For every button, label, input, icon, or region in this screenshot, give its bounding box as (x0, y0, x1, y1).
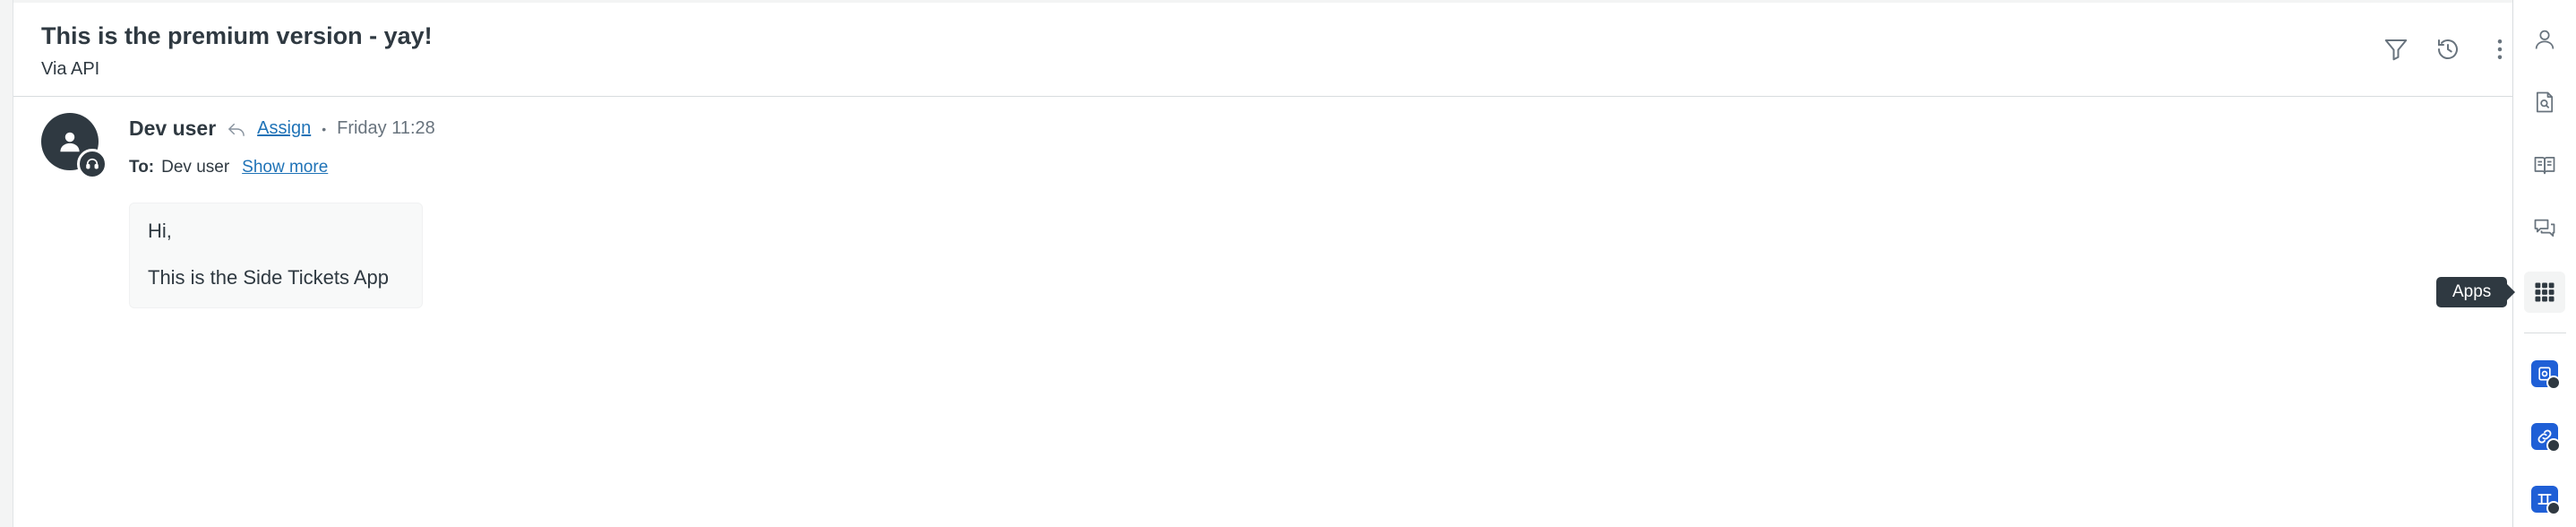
ticket-header: This is the premium version - yay! Via A… (13, 3, 2512, 97)
lock-badge-icon (2546, 438, 2561, 453)
apps-grid-icon (2535, 282, 2555, 302)
lock-badge-icon (2546, 501, 2561, 515)
filter-button[interactable] (2378, 31, 2414, 67)
history-button[interactable] (2430, 31, 2466, 67)
knowledge-button[interactable] (2524, 82, 2565, 123)
to-label: To: (129, 158, 155, 177)
show-more-link[interactable]: Show more (242, 158, 328, 177)
message-timestamp: Friday 11:28 (337, 118, 435, 138)
recipients-line: To: Dev user Show more (129, 158, 328, 177)
reply-icon (228, 123, 245, 136)
more-vertical-icon (2497, 39, 2503, 59)
guide-button[interactable] (2524, 144, 2565, 186)
apps-tooltip: Apps (2436, 277, 2516, 307)
apps-button[interactable] (2524, 272, 2565, 313)
customer-context-button[interactable] (2524, 19, 2565, 60)
agent-badge (77, 149, 107, 179)
side-tickets-app-button[interactable] (2531, 360, 2561, 390)
user-icon (2535, 30, 2555, 49)
to-recipient: Dev user (161, 158, 230, 177)
workflow-app-button[interactable] (2531, 486, 2561, 515)
ticket-channel: Via API (41, 59, 100, 79)
message-line: Hi, (148, 220, 172, 242)
assign-link[interactable]: Assign (257, 118, 311, 139)
lock-badge-icon (2546, 376, 2561, 390)
context-panel-bar (2512, 0, 2576, 527)
book-icon (2534, 156, 2555, 175)
history-icon (2438, 39, 2458, 60)
conversations-button[interactable] (2524, 208, 2565, 249)
message-line: This is the Side Tickets App (148, 266, 390, 289)
author-name[interactable]: Dev user (129, 117, 216, 141)
ticket-title: This is the premium version - yay! (41, 22, 433, 49)
user-avatar-icon (60, 132, 80, 152)
separator-dot: • (322, 121, 327, 136)
chat-bubbles-icon (2534, 219, 2555, 238)
message-header: Dev user Assign • Friday 11:28 (129, 117, 435, 141)
filter-icon (2384, 39, 2408, 61)
headset-icon (86, 158, 99, 169)
left-rail (0, 0, 13, 527)
message-body: Hi, This is the Side Tickets App (129, 203, 423, 308)
link-app-button[interactable] (2531, 423, 2561, 453)
knowledge-search-icon (2536, 91, 2554, 113)
